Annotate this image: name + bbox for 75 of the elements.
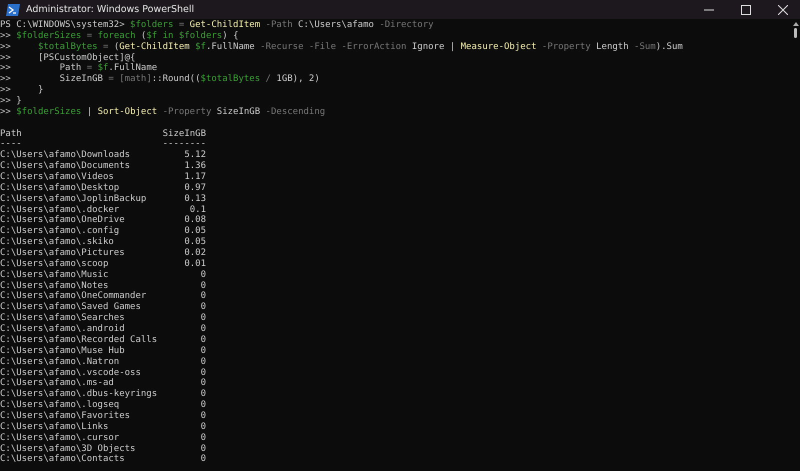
table-cell-text: C:\Users\afamo\Desktop (0, 182, 120, 194)
table-cell-text: C:\Users\afamo\OneDrive (0, 215, 126, 226)
table-cell-text: 0 (200, 389, 206, 400)
table-cell-text: 0 (200, 324, 206, 335)
table-cell-text: C:\Users\afamo\Links (0, 422, 110, 433)
maximize-icon (741, 4, 751, 14)
table-cell-text: C:\Users\afamo\OneCommander (0, 291, 148, 302)
table-cell-text: C:\Users\afamo\Downloads (0, 150, 132, 161)
close-icon (778, 4, 788, 14)
table-cell-text: 0.05 (183, 237, 206, 248)
window-title: Administrator: Windows PowerShell (26, 4, 194, 15)
command-line: >> Path = $f.FullName (0, 63, 158, 74)
table-cell-text: 0.02 (183, 248, 206, 259)
table-cell-text: C:\Users\afamo\3D Objects (0, 444, 136, 454)
table-cell-text: C:\Users\afamo\Music (0, 270, 110, 281)
command-line: >> [PSCustomObject]@{ (0, 52, 136, 63)
table-cell-text: 0 (200, 291, 206, 302)
table-cell-text: 0 (200, 410, 206, 422)
table-cell-text: 0.08 (183, 215, 206, 226)
table-cell-text: 0 (200, 280, 206, 291)
header-rule: ---- (0, 139, 23, 150)
table-cell-text: 0.13 (183, 194, 206, 205)
table-cell-text: C:\Users\afamo\.logseq (0, 400, 120, 411)
command-line: PS C:\WINDOWS\system32> $folders = Get-ChildItem -Path C:\Users\afamo -Directory (0, 20, 435, 31)
powershell-icon (6, 4, 20, 16)
table-cell-text: 0.05 (183, 226, 206, 237)
table-cell-text: C:\Users\afamo\.android (0, 324, 126, 335)
command-line: >> $folderSizes | Sort-Object -Property SizeInGB -Descending (0, 106, 326, 118)
table-cell-text: C:\Users\afamo\Saved Games (0, 302, 142, 313)
table-cell-text: C:\Users\afamo\.skiko (0, 237, 115, 248)
table-cell-text: C:\Users\afamo\.ms-ad (0, 378, 115, 389)
table-cell-text: C:\Users\afamo\.cursor (0, 432, 120, 444)
command-line: >> $totalBytes = (Get-ChildItem $f.FullName -Recurse -File -ErrorAction Ignore | Measure-Object -Property Length -Sum).Sum (0, 42, 684, 53)
table-cell-text: 0.97 (183, 182, 206, 194)
table-cell-text: C:\Users\afamo\.docker (0, 204, 120, 215)
table-cell-text: 0 (200, 346, 206, 357)
column-header: SizeInGB (162, 128, 206, 140)
table-cell-text: C:\Users\afamo\Documents (0, 161, 132, 172)
command-line: >> } (0, 96, 23, 107)
table-cell-text: C:\Users\afamo\Pictures (0, 248, 126, 259)
command-line: >> SizeInGB = [math]::Round(($totalBytes / 1GB), 2) (0, 74, 321, 85)
table-cell-text: C:\Users\afamo\.Natron (0, 356, 120, 368)
table-cell-text: C:\Users\afamo\Videos (0, 172, 115, 183)
table-cell-text: 1.17 (183, 172, 206, 183)
table-cell-text: 0 (200, 270, 206, 281)
table-cell-text: C:\Users\afamo\Muse Hub (0, 346, 126, 357)
table-cell-text: C:\Users\afamo\Contacts (0, 454, 126, 466)
table-cell-text: 0 (200, 444, 206, 454)
table-cell-text: C:\Users\afamo\.dbus-keyrings (0, 389, 158, 400)
table-cell-text: 0 (200, 454, 206, 466)
table-cell-text: 0 (200, 432, 206, 444)
table-cell-text: 0 (200, 356, 206, 368)
table-cell-text: 1.36 (183, 161, 206, 172)
table-cell-text: 0 (200, 368, 206, 378)
table-cell-text: C:\Users\afamo\scoop (0, 258, 110, 270)
table-cell-text: 0 (200, 378, 206, 389)
command-line: >> } (0, 85, 44, 96)
table-cell-text: 0.01 (183, 258, 206, 270)
column-header: Path (0, 128, 23, 140)
table-cell-text: 0 (200, 400, 206, 411)
table-cell-text: C:\Users\afamo\.vscode-oss (0, 368, 142, 378)
table-cell-text: 0 (200, 313, 206, 324)
table-cell-text: C:\Users\afamo\Favorites (0, 410, 132, 422)
table-cell-text: C:\Users\afamo\Notes (0, 280, 110, 291)
table-cell-text: 5.12 (183, 150, 206, 161)
header-rule: -------- (162, 139, 206, 150)
table-cell-text: C:\Users\afamo\.config (0, 226, 120, 237)
table-cell-text: C:\Users\afamo\Recorded Calls (0, 334, 158, 346)
table-cell-text: 0 (200, 334, 206, 346)
table-cell-text: 0.1 (188, 204, 206, 215)
table-cell-text: 0 (200, 302, 206, 313)
table-cell-text: C:\Users\afamo\Searches (0, 313, 126, 324)
table-cell-text: 0 (200, 422, 206, 433)
table-cell-text: C:\Users\afamo\JoplinBackup (0, 194, 148, 205)
command-line: >> $folderSizes = foreach ($f in $folders) { (0, 30, 240, 42)
